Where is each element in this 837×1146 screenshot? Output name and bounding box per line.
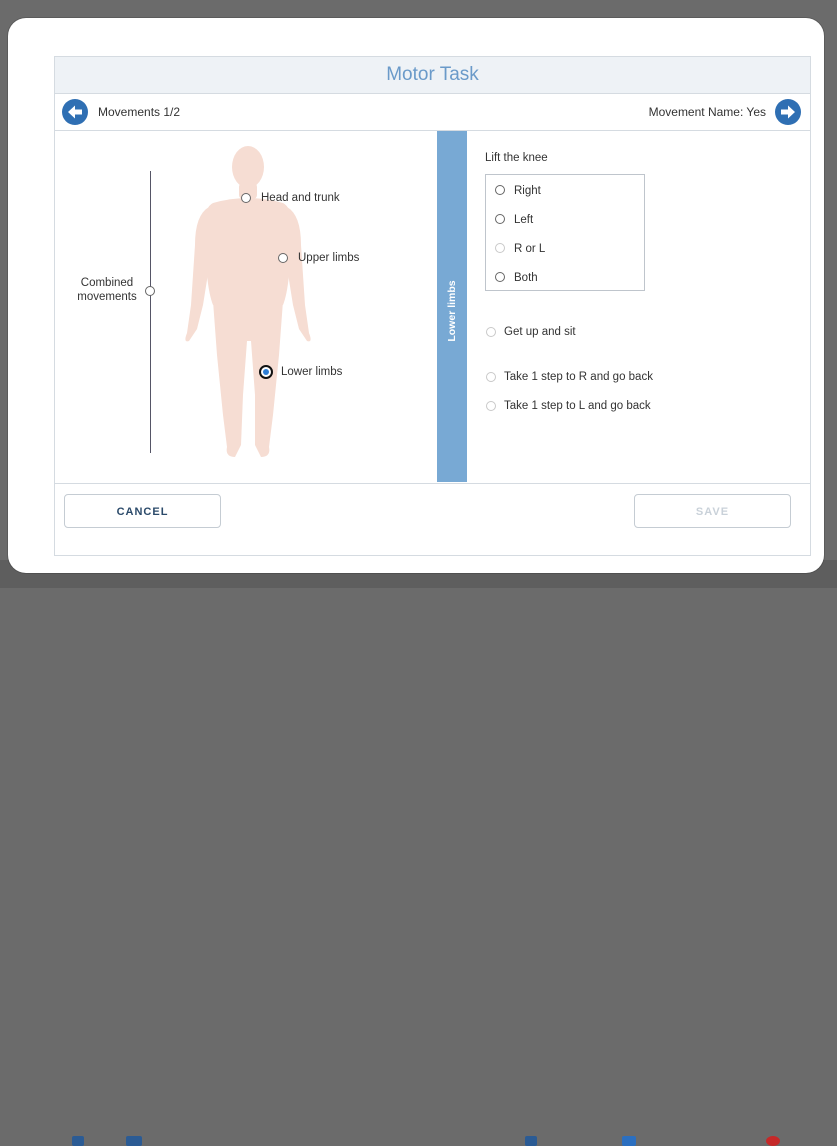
knee-right-label: Right bbox=[514, 185, 541, 197]
knee-left-label: Left bbox=[514, 214, 534, 226]
background-list-icon bbox=[126, 1136, 142, 1146]
combined-movements-label: Combined movements bbox=[77, 277, 137, 303]
lower-limbs-label: Lower limbs bbox=[281, 366, 343, 378]
knee-left-radio[interactable] bbox=[495, 214, 505, 224]
get-up-and-sit-label: Get up and sit bbox=[504, 326, 576, 338]
arrow-left-icon bbox=[68, 105, 82, 119]
previous-button[interactable] bbox=[62, 99, 88, 125]
lower-limbs-radio[interactable] bbox=[259, 365, 273, 379]
head-and-trunk-radio[interactable] bbox=[241, 193, 251, 203]
save-button[interactable]: SAVE bbox=[634, 494, 791, 528]
background-checkbox-icon bbox=[622, 1136, 636, 1146]
step-right-label: Take 1 step to R and go back bbox=[504, 371, 653, 383]
motor-task-panel: Motor Task Movements 1/2 Movement Name: … bbox=[54, 56, 811, 556]
step-left-radio[interactable] bbox=[486, 401, 496, 411]
upper-limbs-radio[interactable] bbox=[278, 253, 288, 263]
lower-limbs-band-label-wrap: Lower limbs bbox=[437, 280, 467, 341]
knee-r-or-l-label: R or L bbox=[514, 243, 546, 255]
lift-the-knee-group bbox=[485, 174, 645, 291]
movements-counter: Movements 1/2 bbox=[98, 105, 181, 119]
knee-right-radio[interactable] bbox=[495, 185, 505, 195]
upper-limbs-label: Upper limbs bbox=[298, 252, 360, 264]
background-checkbox-icon bbox=[525, 1136, 537, 1146]
content-area: Combined movements Head and trunk Upper … bbox=[55, 131, 810, 482]
navigation-bar: Movements 1/2 Movement Name: Yes bbox=[55, 94, 810, 131]
motor-task-dialog: Motor Task Movements 1/2 Movement Name: … bbox=[8, 18, 824, 573]
next-button[interactable] bbox=[775, 99, 801, 125]
get-up-and-sit-radio[interactable] bbox=[486, 327, 496, 337]
arrow-right-icon bbox=[781, 105, 795, 119]
knee-r-or-l-radio[interactable] bbox=[495, 243, 505, 253]
step-left-label: Take 1 step to L and go back bbox=[504, 400, 651, 412]
dialog-footer: CANCEL SAVE bbox=[55, 483, 810, 556]
cancel-button[interactable]: CANCEL bbox=[64, 494, 221, 528]
lower-limbs-band-label: Lower limbs bbox=[446, 280, 458, 342]
movement-name-label: Movement Name: Yes bbox=[648, 105, 766, 119]
head-and-trunk-label: Head and trunk bbox=[261, 192, 340, 204]
step-right-radio[interactable] bbox=[486, 372, 496, 382]
background-close-icon bbox=[766, 1136, 780, 1146]
knee-both-label: Both bbox=[514, 272, 538, 284]
background-sort-icon bbox=[72, 1136, 84, 1146]
lift-the-knee-title: Lift the knee bbox=[485, 152, 548, 164]
knee-both-radio[interactable] bbox=[495, 272, 505, 282]
dialog-title: Motor Task bbox=[55, 57, 810, 94]
combined-movements-line bbox=[150, 171, 151, 453]
